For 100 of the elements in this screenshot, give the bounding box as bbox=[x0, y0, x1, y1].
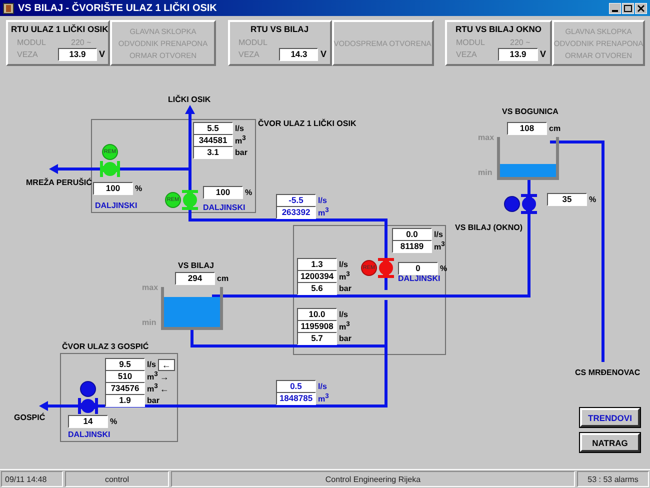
valve-icon[interactable] bbox=[375, 257, 397, 279]
status-indicator bbox=[80, 381, 96, 397]
value-field: 1200394 bbox=[297, 270, 337, 283]
status-field: control bbox=[65, 471, 169, 487]
unit-label: l/s bbox=[318, 196, 327, 205]
unit-label: V bbox=[320, 49, 326, 59]
unit-label: % bbox=[245, 188, 252, 197]
value-field: 81189 bbox=[392, 240, 432, 253]
unit-label: % bbox=[589, 195, 596, 204]
value-field: 510 bbox=[105, 370, 145, 383]
status-field: 53 : 53 alarms bbox=[577, 471, 649, 487]
status-field: 09/11 14:48 bbox=[1, 471, 63, 487]
tank bbox=[161, 287, 223, 330]
valve-icon[interactable] bbox=[518, 193, 540, 215]
value-field: 1195908 bbox=[297, 320, 337, 333]
nav-button[interactable]: NATRAG bbox=[580, 433, 640, 452]
location-label: VS BILAJ (OKNO) bbox=[455, 223, 523, 232]
unit-label: m$^{3}$ bbox=[434, 241, 445, 252]
value-field: 263392 bbox=[276, 206, 316, 219]
value-field: 9.5 bbox=[105, 358, 145, 371]
maximize-icon[interactable] bbox=[622, 2, 634, 14]
unit-label: bar bbox=[339, 334, 352, 343]
location-label: ČVOR ULAZ 3 GOSPIĆ bbox=[62, 342, 149, 351]
max-label: max bbox=[478, 133, 494, 142]
value-field: 35 bbox=[547, 193, 587, 206]
row-label: VEZA bbox=[238, 50, 260, 58]
location-label: VS BILAJ bbox=[178, 261, 214, 270]
location-label: MREŽA PERUŠIĆ bbox=[26, 178, 92, 187]
module-voltage: 220 ~ bbox=[510, 38, 530, 46]
value-field: -5.5 bbox=[276, 194, 316, 207]
value-field: 13.9 bbox=[58, 48, 97, 60]
unit-label: m$^{3}$ bbox=[147, 371, 158, 382]
value-field: 0.5 bbox=[276, 380, 316, 393]
row-label: MODUL bbox=[455, 38, 486, 46]
mode-label: DALJINSKI bbox=[95, 201, 138, 210]
row-label: MODUL bbox=[16, 38, 47, 46]
unit-label: l/s bbox=[339, 260, 348, 269]
unit-label: m$^{3}$ bbox=[318, 393, 329, 404]
window-title: VS BILAJ - ČVORIŠTE ULAZ 1 LIČKI OSIK bbox=[18, 2, 218, 14]
status-indicator bbox=[504, 196, 520, 212]
unit-label: l/s bbox=[147, 360, 156, 369]
value-field: 100 bbox=[203, 186, 243, 199]
value-field: 294 bbox=[175, 272, 215, 285]
value-field: 108 bbox=[507, 122, 547, 135]
value-field: 344581 bbox=[193, 134, 233, 147]
location-label: GOSPIĆ bbox=[14, 413, 46, 422]
unit-label: m$^{3}$ bbox=[339, 271, 350, 282]
unit-label: bar bbox=[339, 284, 352, 293]
unit-label: V bbox=[540, 49, 546, 59]
value-field: 5.6 bbox=[297, 282, 337, 295]
unit-label: % bbox=[135, 184, 142, 193]
unit-label: cm bbox=[549, 124, 561, 133]
app-icon bbox=[3, 2, 14, 14]
mode-label: DALJINSKI bbox=[68, 430, 110, 439]
value-field: 100 bbox=[93, 182, 133, 195]
nav-button[interactable]: TRENDOVI bbox=[580, 408, 640, 427]
module-voltage: 220 ~ bbox=[71, 38, 92, 46]
direction-arrow: → bbox=[160, 372, 169, 382]
value-field: 0.0 bbox=[392, 228, 432, 241]
value-field: 14 bbox=[68, 415, 108, 428]
location-label: ČVOR ULAZ 1 LIČKI OSIK bbox=[258, 119, 356, 128]
min-label: min bbox=[478, 168, 492, 177]
mode-label: DALJINSKI bbox=[398, 274, 440, 283]
unit-label: m$^{3}$ bbox=[235, 135, 246, 146]
value-field: 13.9 bbox=[498, 48, 538, 60]
row-label: VEZA bbox=[455, 50, 478, 58]
value-field: 1.3 bbox=[297, 258, 337, 271]
location-label: VS BOGUNICA bbox=[502, 107, 558, 116]
tank bbox=[497, 137, 559, 180]
rtu-title: RTU VS BILAJ bbox=[249, 24, 310, 34]
value-field: 14.3 bbox=[279, 48, 318, 60]
value-field: 1.9 bbox=[105, 394, 145, 407]
unit-label: bar bbox=[235, 148, 248, 157]
value-field: 1848785 bbox=[276, 392, 316, 405]
unit-label: m$^{3}$ bbox=[318, 207, 329, 218]
unit-label: l/s bbox=[318, 382, 327, 391]
value-field: 5.5 bbox=[193, 122, 233, 135]
unit-label: V bbox=[98, 49, 105, 59]
unit-label: l/s bbox=[434, 230, 443, 239]
valve-icon[interactable] bbox=[77, 395, 99, 417]
status-field: Control Engineering Rijeka bbox=[171, 471, 575, 487]
unit-label: bar bbox=[147, 396, 160, 405]
unit-label: l/s bbox=[339, 310, 348, 319]
close-icon[interactable] bbox=[635, 2, 647, 14]
mode-label: DALJINSKI bbox=[203, 203, 246, 212]
value-field: 0 bbox=[398, 262, 438, 275]
unit-label: m$^{3}$ bbox=[339, 321, 350, 332]
value-field: 734576 bbox=[105, 382, 145, 395]
max-label: max bbox=[142, 283, 158, 292]
value-field: 10.0 bbox=[297, 308, 337, 321]
unit-label: m$^{3}$ bbox=[147, 383, 158, 394]
row-label: MODUL bbox=[238, 38, 268, 46]
row-label: VEZA bbox=[16, 50, 39, 58]
unit-label: % bbox=[440, 264, 448, 273]
value-field: 3.1 bbox=[193, 146, 233, 159]
minimize-icon[interactable] bbox=[609, 2, 621, 14]
location-label: CS MRĐENOVAC bbox=[575, 368, 640, 377]
direction-arrow: ← bbox=[160, 384, 169, 394]
unit-label: % bbox=[110, 417, 118, 426]
unit-label: cm bbox=[217, 274, 229, 283]
